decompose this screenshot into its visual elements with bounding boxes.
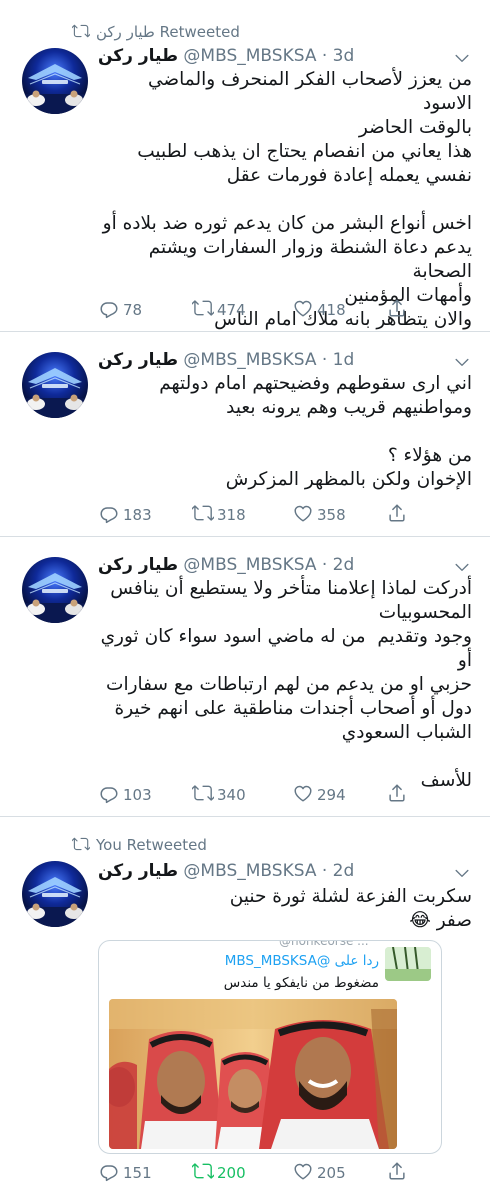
tweet-text: من يعزز لأصحاب الفكر المنحرف والماضي الا… bbox=[102, 69, 472, 330]
reply-button[interactable]: 78 bbox=[98, 297, 142, 321]
avatar[interactable] bbox=[22, 557, 88, 623]
reply-button[interactable]: 103 bbox=[98, 782, 152, 806]
retweet-count: 340 bbox=[217, 786, 246, 804]
display-name[interactable]: طيار ركن bbox=[98, 46, 178, 66]
share-button[interactable] bbox=[386, 502, 411, 526]
retweet-icon bbox=[192, 1160, 214, 1182]
tweet-actions: 183 318 358 bbox=[98, 502, 418, 526]
like-icon bbox=[292, 1160, 314, 1182]
like-button[interactable]: 205 bbox=[292, 1160, 346, 1184]
share-button[interactable] bbox=[386, 297, 411, 321]
caret-down-icon[interactable] bbox=[452, 48, 472, 68]
retweet-button[interactable]: 318 bbox=[192, 502, 246, 526]
display-name[interactable]: طيار ركن bbox=[98, 350, 178, 370]
tweet-text: سكربت الفزعة لشلة ثورة حنين صفر 😂 bbox=[229, 886, 472, 931]
retweet-icon bbox=[192, 297, 214, 319]
tweet-text: اني ارى سقوطهم وفضيحتهم امام دولتهم وموا… bbox=[159, 373, 472, 490]
avatar[interactable] bbox=[22, 352, 88, 418]
tweet-actions: 103 340 294 bbox=[98, 782, 418, 806]
retweet-count: 318 bbox=[217, 506, 246, 524]
reply-icon bbox=[98, 502, 120, 524]
retweet-button[interactable]: 200 bbox=[192, 1160, 246, 1184]
quote-text: مضغوط من نايفكو يا مندس bbox=[223, 975, 379, 991]
reply-button[interactable]: 151 bbox=[98, 1160, 152, 1184]
tweet-header: طيار ركن @MBS_MBSKSA · 3d bbox=[98, 44, 354, 68]
caret-down-icon[interactable] bbox=[452, 863, 472, 883]
reply-count: 151 bbox=[123, 1164, 152, 1182]
tweet-actions: 151 200 205 bbox=[98, 1160, 418, 1184]
tweet-header: طيار ركن @MBS_MBSKSA · 2d bbox=[98, 553, 354, 577]
like-count: 205 bbox=[317, 1164, 346, 1182]
tweet-text: أدركت لماذا إعلامنا متأخر ولا يستطيع أن … bbox=[100, 578, 472, 791]
reply-count: 183 bbox=[123, 506, 152, 524]
share-icon bbox=[386, 297, 408, 319]
tweet-header: طيار ركن @MBS_MBSKSA · 1d bbox=[98, 348, 354, 372]
retweet-label: You Retweeted bbox=[96, 836, 207, 854]
partial-handle: @nonkeorse ... bbox=[279, 940, 369, 948]
like-icon bbox=[292, 297, 314, 319]
retweet-button[interactable]: 340 bbox=[192, 782, 246, 806]
reply-icon bbox=[98, 297, 120, 319]
embedded-image-card[interactable]: @nonkeorse ... ردا على @MBS_MBSKSA مضغوط… bbox=[98, 940, 442, 1154]
retweet-icon bbox=[72, 835, 90, 853]
retweet-button[interactable]: 474 bbox=[192, 297, 246, 321]
quote-photo bbox=[109, 999, 397, 1149]
reply-count: 103 bbox=[123, 786, 152, 804]
tweet-actions: 78 474 418 bbox=[98, 297, 418, 321]
reply-count: 78 bbox=[123, 301, 143, 319]
retweet-banner: طيار ركن Retweeted bbox=[72, 22, 240, 42]
reply-icon bbox=[98, 1160, 120, 1182]
retweet-count: 474 bbox=[217, 301, 246, 319]
tweet-header: طيار ركن @MBS_MBSKSA · 2d bbox=[98, 859, 354, 883]
share-icon bbox=[386, 1160, 408, 1182]
like-count: 358 bbox=[317, 506, 346, 524]
timestamp[interactable]: · 3d bbox=[322, 46, 354, 66]
retweet-icon bbox=[192, 502, 214, 524]
share-button[interactable] bbox=[386, 1160, 411, 1184]
retweet-icon bbox=[72, 22, 90, 40]
retweet-icon bbox=[192, 782, 214, 804]
retweet-count: 200 bbox=[217, 1164, 246, 1182]
share-icon bbox=[386, 502, 408, 524]
timestamp[interactable]: · 2d bbox=[322, 555, 354, 575]
avatar[interactable] bbox=[22, 861, 88, 927]
share-button[interactable] bbox=[386, 782, 411, 806]
handle[interactable]: @MBS_MBSKSA bbox=[183, 861, 316, 881]
reply-icon bbox=[98, 782, 120, 804]
display-name[interactable]: طيار ركن bbox=[98, 861, 178, 881]
caret-down-icon[interactable] bbox=[452, 557, 472, 577]
like-icon bbox=[292, 782, 314, 804]
handle[interactable]: @MBS_MBSKSA bbox=[183, 555, 316, 575]
retweet-label: طيار ركن Retweeted bbox=[96, 23, 240, 41]
like-button[interactable]: 358 bbox=[292, 502, 346, 526]
display-name[interactable]: طيار ركن bbox=[98, 555, 178, 575]
quote-reply-to: ردا على @MBS_MBSKSA bbox=[224, 953, 379, 969]
like-button[interactable]: 294 bbox=[292, 782, 346, 806]
like-count: 294 bbox=[317, 786, 346, 804]
tweet[interactable]: طيار ركن Retweeted طيار ركن @MBS_MBSKSA … bbox=[0, 12, 490, 332]
handle[interactable]: @MBS_MBSKSA bbox=[183, 46, 316, 66]
tweet[interactable]: طيار ركن @MBS_MBSKSA · 2d أدركت لماذا إع… bbox=[0, 537, 490, 817]
avatar[interactable] bbox=[22, 48, 88, 114]
handle[interactable]: @MBS_MBSKSA bbox=[183, 350, 316, 370]
like-icon bbox=[292, 502, 314, 524]
timestamp[interactable]: · 2d bbox=[322, 861, 354, 881]
caret-down-icon[interactable] bbox=[452, 352, 472, 372]
quote-avatar bbox=[385, 947, 431, 981]
like-count: 418 bbox=[317, 301, 346, 319]
timestamp[interactable]: · 1d bbox=[322, 350, 354, 370]
tweet[interactable]: طيار ركن @MBS_MBSKSA · 1d اني ارى سقوطهم… bbox=[0, 332, 490, 537]
like-button[interactable]: 418 bbox=[292, 297, 346, 321]
retweet-banner: You Retweeted bbox=[72, 835, 207, 855]
share-icon bbox=[386, 782, 408, 804]
reply-button[interactable]: 183 bbox=[98, 502, 152, 526]
